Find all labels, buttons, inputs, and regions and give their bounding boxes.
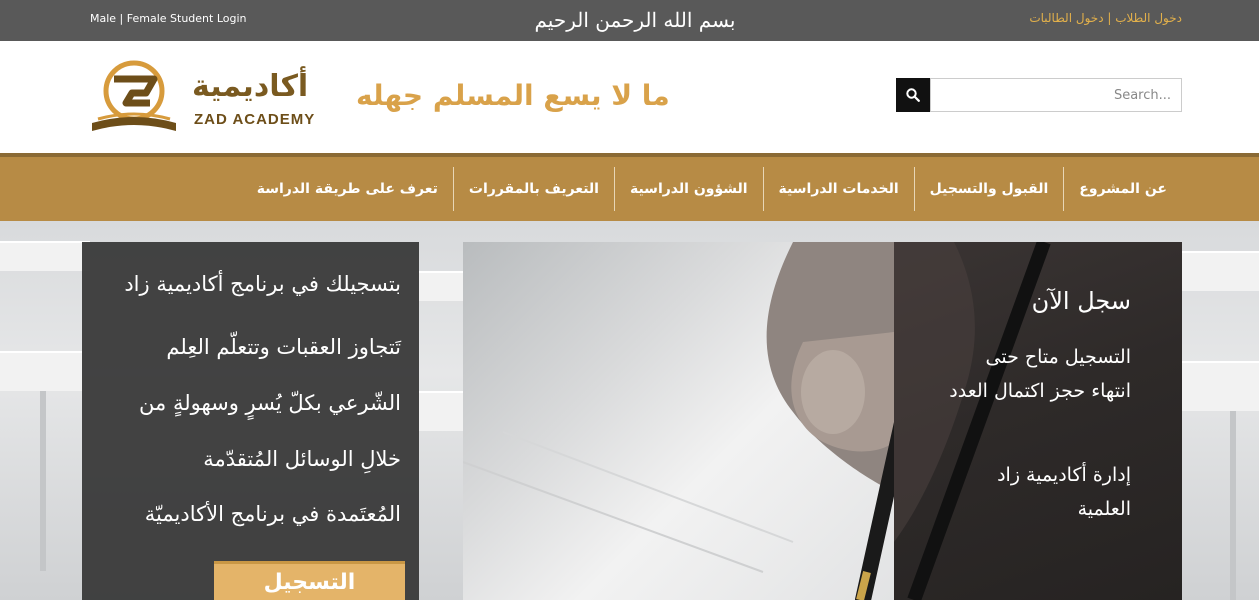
promo-line-5: المُعتَمدة في برنامج الأكاديميّة [144, 502, 401, 526]
nav-item-study-method[interactable]: تعرف على طريقة الدراسة [242, 167, 453, 211]
site-tagline: ما لا يسع المسلم جهله [356, 79, 670, 112]
bg-desk [419, 391, 463, 431]
register-info-line-2: انتهاء حجز اكتمال العدد [949, 380, 1131, 402]
logo-emblem-icon [92, 60, 176, 131]
logo-arabic-name: أكاديمية [192, 69, 309, 104]
nav-item-admission[interactable]: القبول والتسجيل [913, 167, 1064, 211]
search-button[interactable] [896, 78, 930, 112]
promo-line-1: بتسجيلك في برنامج أكاديمية زاد [124, 272, 401, 296]
register-button-label: التسجيل [263, 570, 356, 595]
nav-item-courses[interactable]: التعريف بالمقررات [452, 167, 614, 211]
main-nav: عن المشروع القبول والتسجيل الخدمات الدرا… [0, 157, 1259, 221]
bg-desk-leg [40, 391, 46, 571]
bg-desk [0, 241, 90, 271]
login-link-ar[interactable]: دخول الطلاب | دخول الطالبات [1029, 11, 1182, 25]
promo-panel: بتسجيلك في برنامج أكاديمية زاد تَتجاوز ا… [82, 242, 419, 600]
promo-line-2: تَتجاوز العقبات وتتعلّم العِلم [166, 335, 401, 359]
logo-english-name: ZAD ACADEMY [194, 111, 316, 128]
search-input[interactable] [930, 78, 1182, 112]
bg-desk [1182, 251, 1259, 291]
register-info-line-4: العلمية [1077, 498, 1131, 520]
register-now-title: سجل الآن [1031, 287, 1131, 315]
nav-item-academic-affairs[interactable]: الشؤون الدراسية [613, 167, 763, 211]
register-info-line-1: التسجيل متاح حتى [985, 346, 1132, 368]
hero-section: بتسجيلك في برنامج أكاديمية زاد تَتجاوز ا… [0, 221, 1259, 600]
header: أكاديمية ZAD ACADEMY ما لا يسع المسلم جه… [0, 41, 1259, 153]
promo-line-4: خلالِ الوسائل المُتقدّمة [203, 447, 401, 471]
bg-desk [419, 271, 463, 301]
nav-menu: عن المشروع القبول والتسجيل الخدمات الدرا… [242, 167, 1182, 211]
login-link-en[interactable]: Male | Female Student Login [90, 12, 247, 25]
register-now-panel: سجل الآن التسجيل متاح حتى انتهاء حجز اكت… [894, 242, 1182, 600]
hand-with-pen-image [463, 242, 894, 600]
bg-desk-leg [1230, 411, 1236, 600]
nav-item-services[interactable]: الخدمات الدراسية [762, 167, 914, 211]
search-icon [906, 88, 920, 102]
basmala-calligraphy: بسم الله الرحمن الرحيم [529, 2, 741, 38]
bg-desk [0, 351, 82, 391]
top-bar: Male | Female Student Login بسم الله الر… [0, 0, 1259, 41]
zad-academy-logo[interactable]: أكاديمية ZAD ACADEMY [84, 59, 326, 139]
register-button[interactable]: التسجيل [214, 561, 405, 600]
hand-writing-photo [463, 242, 894, 600]
register-info-line-3: إدارة أكاديمية زاد [997, 464, 1131, 486]
basmala-text: بسم الله الرحمن الرحيم [534, 8, 736, 32]
search-form [896, 78, 1182, 112]
nav-item-about[interactable]: عن المشروع [1063, 167, 1182, 211]
bg-desk [1182, 361, 1259, 411]
promo-line-3: الشّرعي بكلّ يُسرٍ وسهولةٍ من [139, 391, 401, 415]
